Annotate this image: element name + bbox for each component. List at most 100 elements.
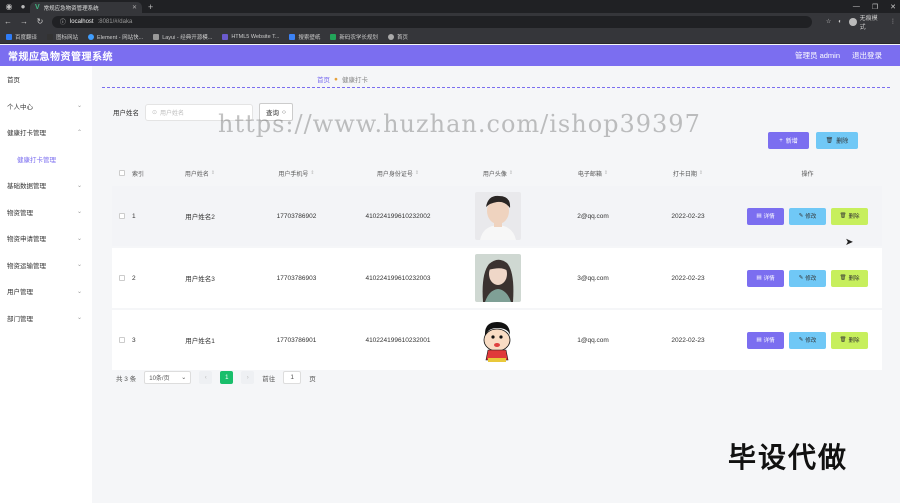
bookmark-icon [387, 33, 394, 40]
bookmark-item[interactable]: 搜索壁纸 [289, 33, 320, 41]
sidebar-item-home[interactable]: 首页 [0, 66, 92, 93]
delete-button[interactable]: 🗑 删除 [831, 269, 868, 287]
profile-button[interactable]: 无痕模式 [848, 13, 883, 31]
column-header-name[interactable]: 用户姓名 ⇕ [150, 160, 250, 186]
goto-page-input[interactable]: 1 [283, 371, 302, 384]
cell-phone: 17703786901 [276, 336, 317, 344]
detail-button[interactable]: ▤ 详情 [747, 269, 784, 287]
row-checkbox[interactable] [119, 213, 125, 219]
bookmark-item[interactable]: Element - 网站快... [88, 33, 143, 41]
row-actions: ▤ 详情 ✎ 修改 🗑 删除 [733, 310, 882, 370]
row-index: 2 [132, 274, 136, 282]
bookmark-icon [47, 33, 54, 40]
chevron-down-icon: ⌄ [76, 182, 82, 189]
add-button[interactable]: + 新增 [768, 132, 809, 149]
cell-email: 2@qq.com [577, 212, 609, 220]
forward-icon[interactable]: → [20, 17, 28, 26]
sidebar-item-supply-requests[interactable]: 物资申请管理 ⌄ [0, 225, 92, 252]
sort-icon[interactable]: ⇕ [509, 170, 513, 176]
row-index: 1 [132, 212, 136, 220]
breadcrumb-separator-icon: ● [334, 75, 338, 83]
sidebar-item-users[interactable]: 用户管理 ⌄ [0, 278, 92, 305]
cell-date: 2022-02-23 [671, 336, 705, 344]
more-menu-icon[interactable]: ⋮ [890, 18, 896, 25]
url-watermark: https://www.huzhan.com/ishop39397 [218, 110, 701, 138]
detail-button[interactable]: ▤ 详情 [747, 331, 784, 349]
sidebar-item-profile[interactable]: 个人中心 ⌄ [0, 93, 92, 120]
bookmark-item[interactable]: Layui - 经典开源模... [153, 33, 212, 41]
sidebar-subitem-health-checkin[interactable]: 健康打卡管理 [0, 146, 92, 173]
url-input[interactable]: ⓘ localhost:8081/#/daka [51, 15, 812, 28]
reload-icon[interactable]: ↻ [36, 17, 44, 26]
column-header-date[interactable]: 打卡日期 ⇕ [643, 160, 733, 186]
cell-name: 用户姓名1 [185, 338, 215, 345]
avatar-young-man-photo[interactable] [475, 192, 521, 240]
document-icon: ▤ [756, 337, 762, 343]
delete-button[interactable]: 🗑 删除 [831, 207, 868, 225]
sidebar-item-supplies[interactable]: 物资管理 ⌄ [0, 199, 92, 226]
row-checkbox[interactable] [119, 275, 125, 281]
sort-icon[interactable]: ⇕ [415, 170, 419, 176]
edit-button[interactable]: ✎ 修改 [789, 331, 826, 349]
browser-menu-icon[interactable]: ◉ [2, 0, 16, 13]
prev-page-button[interactable]: ‹ [199, 371, 213, 384]
batch-delete-button[interactable]: 🗑 删除 [816, 132, 858, 149]
sidebar-item-basic-data[interactable]: 基础数据管理 ⌄ [0, 172, 92, 199]
tab-close-icon[interactable]: ✕ [132, 4, 137, 11]
column-header-phone[interactable]: 用户手机号 ⇕ [250, 160, 343, 186]
sort-icon[interactable]: ⇕ [310, 170, 314, 176]
avatar-young-woman-photo[interactable] [475, 254, 521, 302]
breadcrumb-home[interactable]: 首页 [317, 74, 330, 84]
bookmark-item[interactable]: HTML5 Website T... [222, 33, 279, 40]
select-all-checkbox[interactable] [119, 170, 125, 176]
sort-icon[interactable]: ⇕ [699, 170, 703, 176]
detail-button[interactable]: ▤ 详情 [747, 207, 784, 225]
column-header-idcard[interactable]: 用户身份证号 ⇕ [343, 160, 453, 186]
cell-name: 用户姓名3 [185, 276, 215, 283]
url-host: localhost [69, 18, 94, 25]
column-header-email[interactable]: 电子邮箱 ⇕ [543, 160, 643, 186]
edit-button[interactable]: ✎ 修改 [789, 207, 826, 225]
sidebar-item-departments[interactable]: 部门管理 ⌄ [0, 305, 92, 332]
plus-icon: + [779, 137, 783, 144]
star-icon[interactable]: ☆ [826, 18, 831, 25]
edit-button[interactable]: ✎ 修改 [789, 269, 826, 287]
github-icon[interactable]: ● [16, 0, 30, 13]
column-header-avatar[interactable]: 用户头像 ⇕ [453, 160, 543, 186]
bookmark-item[interactable]: 新码农学长规划 [330, 33, 378, 41]
minimize-icon[interactable]: — [853, 3, 860, 10]
avatar-cartoon-boy-drawing[interactable] [475, 316, 521, 364]
sort-icon[interactable]: ⇕ [604, 170, 608, 176]
new-tab-icon[interactable]: + [148, 2, 153, 12]
row-checkbox[interactable] [119, 337, 125, 343]
browser-tab[interactable]: V 常规应急物资管理系统 ✕ [30, 2, 142, 13]
chevron-down-icon: ⌄ [76, 288, 82, 295]
page-unit-label: 页 [309, 375, 316, 383]
pencil-icon: ✎ [798, 337, 804, 343]
trash-icon: 🗑 [825, 138, 834, 144]
page-number-button[interactable]: 1 [220, 371, 234, 384]
bookmark-item[interactable]: 首页 [387, 33, 408, 41]
document-icon: ▤ [756, 213, 762, 219]
address-bar-row: ← → ↻ ⓘ localhost:8081/#/daka ☆ ◐ 无痕模式 ⋮ [0, 13, 900, 31]
sidebar-item-health-checkin[interactable]: 健康打卡管理 ⌃ [0, 119, 92, 146]
sidebar-item-supply-transport[interactable]: 物资运输管理 ⌄ [0, 252, 92, 279]
bookmark-icon [222, 33, 229, 40]
maximize-icon[interactable]: ❐ [872, 3, 878, 11]
delete-button[interactable]: 🗑 删除 [831, 331, 868, 349]
back-icon[interactable]: ← [4, 17, 12, 26]
next-page-button[interactable]: › [241, 371, 255, 384]
divider [102, 87, 890, 88]
cell-phone: 17703786902 [276, 212, 317, 220]
sort-icon[interactable]: ⇕ [211, 170, 215, 176]
bookmark-item[interactable]: 百度翻译 [6, 33, 37, 41]
row-index: 3 [132, 336, 136, 344]
goto-label: 前往 [262, 375, 276, 383]
logout-link[interactable]: 退出登录 [852, 50, 882, 61]
cell-date: 2022-02-23 [671, 212, 705, 220]
close-window-icon[interactable]: ✕ [890, 3, 896, 11]
breadcrumb-current: 健康打卡 [341, 77, 368, 84]
bookmark-item[interactable]: 图标网站 [47, 33, 78, 41]
page-size-select[interactable]: 10条/页 ⌄ [144, 371, 192, 384]
cell-phone: 17703786903 [276, 274, 317, 282]
